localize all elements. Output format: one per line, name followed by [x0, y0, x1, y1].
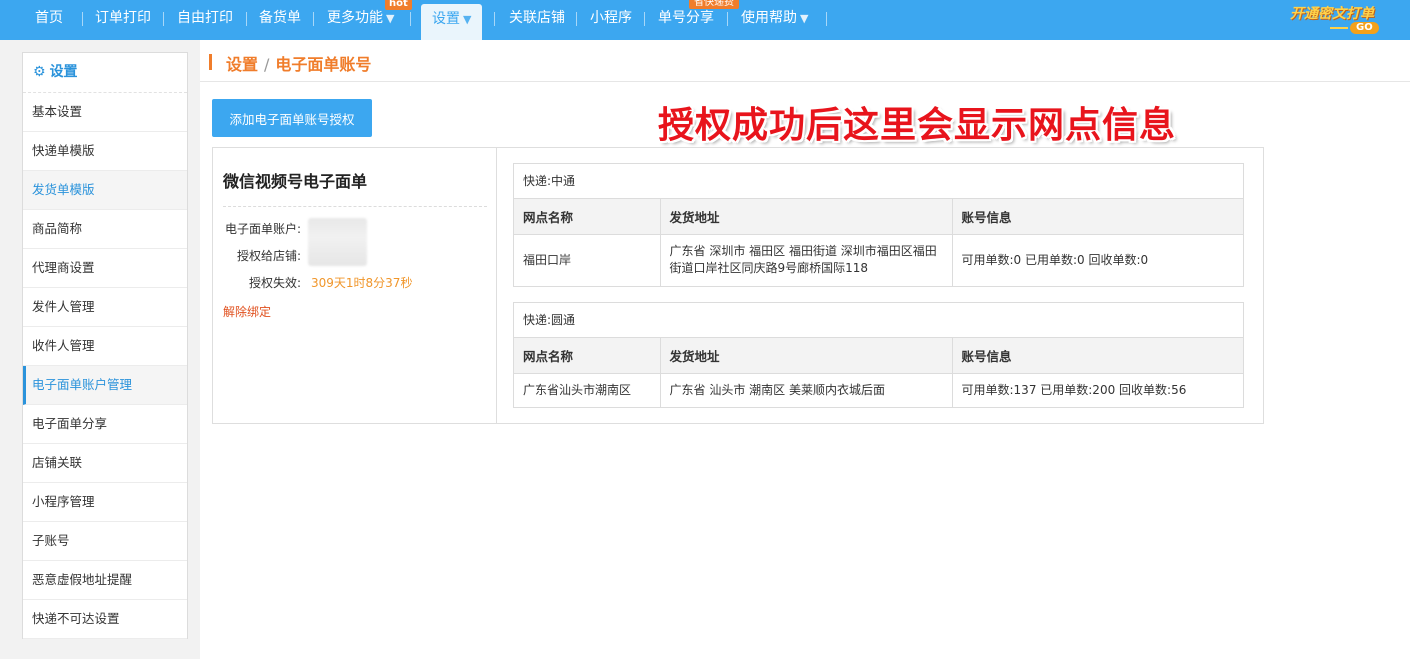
column-header-branch: 网点名称 — [514, 199, 661, 235]
account-info-cell: 可用单数:0 已用单数:0 回收单数:0 — [961, 252, 1149, 267]
gear-icon: ⚙ — [33, 64, 46, 80]
sidebar-item-product-alias[interactable]: 商品简称 — [23, 210, 187, 249]
main-content: 设置 / 电子面单账号 添加电子面单账号授权 授权成功后这里会显示网点信息 微信视频… — [200, 40, 1410, 659]
table-header-row: 网点名称 发货地址 账号信息 — [514, 199, 1243, 235]
promo-speed-line — [1330, 27, 1348, 29]
breadcrumb: 设置 / 电子面单账号 — [200, 40, 1410, 82]
nav-order-print[interactable]: 订单打印 — [95, 0, 151, 40]
branch-table: 网点名称 发货地址 账号信息 福田口岸 广东省 深圳市 福田区 福田街道 深圳市… — [514, 199, 1243, 286]
divider — [223, 206, 487, 207]
courier-box-zto: 快递:中通 网点名称 发货地址 账号信息 福田口岸 广东省 深圳市 福田区 福田… — [513, 163, 1244, 287]
nav-linked-shops[interactable]: 关联店铺 — [509, 0, 565, 40]
sidebar-item-ewaybill-accounts[interactable]: 电子面单账户管理 — [23, 366, 187, 405]
nav-settings-label: 设置 — [432, 11, 460, 27]
settings-sidebar: ⚙ 设置 基本设置 快递单模版 发货单模版 商品简称 代理商设置 发件人管理 收件… — [22, 52, 188, 639]
sidebar-item-shop-link[interactable]: 店铺关联 — [23, 444, 187, 483]
branch-name-cell: 福田口岸 — [514, 234, 661, 286]
breadcrumb-separator: / — [264, 55, 270, 74]
courier-header: 快递:圆通 — [514, 303, 1243, 338]
shop-label: 授权给店铺: — [236, 249, 301, 263]
sidebar-item-invoice-template[interactable]: 发货单模版 — [23, 171, 187, 210]
nav-separator — [826, 12, 827, 26]
save-fee-badge: 省快递费 — [689, 0, 739, 9]
nav-separator — [644, 12, 645, 26]
promo-go-button[interactable]: GO — [1350, 22, 1379, 34]
breadcrumb-accent — [209, 54, 212, 70]
breadcrumb-text: 设置 / 电子面单账号 — [226, 51, 371, 75]
hot-badge: hot — [385, 0, 412, 10]
promo-encrypted-print[interactable]: 开通密文打单 GO — [1290, 3, 1390, 37]
nav-home[interactable]: 首页 — [35, 0, 63, 40]
account-info-cell: 可用单数:137 已用单数:200 回收单数:56 — [961, 382, 1187, 397]
account-label: 电子面单账户: — [224, 222, 301, 236]
sidebar-item-fake-address-alert[interactable]: 恶意虚假地址提醒 — [23, 561, 187, 600]
chevron-down-icon: ▼ — [463, 13, 472, 26]
nav-separator — [82, 12, 83, 26]
sidebar-header: ⚙ 设置 — [23, 53, 187, 93]
sidebar-item-sub-accounts[interactable]: 子账号 — [23, 522, 187, 561]
nav-separator — [313, 12, 314, 26]
nav-free-print[interactable]: 自由打印 — [177, 0, 233, 40]
column-header-address: 发货地址 — [660, 338, 953, 374]
branch-table: 网点名称 发货地址 账号信息 广东省汕头市潮南区 广东省 汕头市 潮南区 美莱顺… — [514, 338, 1243, 407]
account-summary: 微信视频号电子面单 电子面单账户: 授权给店铺: 授权失效: 309天1时8分3… — [213, 148, 497, 423]
sidebar-item-basic-settings[interactable]: 基本设置 — [23, 93, 187, 132]
table-header-row: 网点名称 发货地址 账号信息 — [514, 338, 1243, 374]
account-title: 微信视频号电子面单 — [223, 172, 368, 191]
nav-separator — [163, 12, 164, 26]
sidebar-item-ewaybill-share[interactable]: 电子面单分享 — [23, 405, 187, 444]
nav-stock-list[interactable]: 备货单 — [259, 0, 301, 40]
column-header-address: 发货地址 — [660, 199, 953, 235]
address-cell: 广东省 汕头市 潮南区 美莱顺内衣城后面 — [660, 373, 953, 407]
expire-countdown: 309天1时8分37秒 — [311, 276, 413, 290]
annotation-banner: 授权成功后这里会显示网点信息 — [658, 105, 1177, 146]
nav-separator — [727, 12, 728, 26]
sidebar-item-mini-program[interactable]: 小程序管理 — [23, 483, 187, 522]
nav-separator — [410, 12, 411, 26]
sidebar-item-express-template[interactable]: 快递单模版 — [23, 132, 187, 171]
top-nav: 首页 订单打印 自由打印 备货单 更多功能 ▼ hot 设置 ▼ 关联店铺 小程序 … — [0, 0, 1410, 40]
chevron-down-icon: ▼ — [386, 12, 395, 25]
column-header-branch: 网点名称 — [514, 338, 661, 374]
blurred-account-info — [308, 218, 367, 266]
nav-help-label: 使用帮助 — [741, 10, 797, 26]
nav-mini-program[interactable]: 小程序 — [590, 0, 632, 40]
sidebar-item-agent-settings[interactable]: 代理商设置 — [23, 249, 187, 288]
add-ewaybill-auth-button[interactable]: 添加电子面单账号授权 — [212, 99, 372, 137]
column-header-account-info: 账号信息 — [952, 199, 1243, 235]
sidebar-item-receiver-management[interactable]: 收件人管理 — [23, 327, 187, 366]
courier-header: 快递:中通 — [514, 164, 1243, 199]
sidebar-item-unreachable-settings[interactable]: 快递不可达设置 — [23, 600, 187, 639]
nav-more-label: 更多功能 — [327, 10, 383, 26]
branch-name-cell: 广东省汕头市潮南区 — [514, 373, 661, 407]
breadcrumb-current: 电子面单账号 — [275, 55, 372, 74]
nav-help[interactable]: 使用帮助 ▼ — [741, 0, 808, 40]
promo-text: 开通密文打单 — [1290, 6, 1374, 22]
table-row: 福田口岸 广东省 深圳市 福田区 福田街道 深圳市福田区福田街道口岸社区同庆路9… — [514, 234, 1243, 286]
nav-separator — [246, 12, 247, 26]
sidebar-title: 设置 — [49, 64, 78, 80]
chevron-down-icon: ▼ — [800, 12, 809, 25]
expire-label: 授权失效: — [248, 276, 301, 290]
sidebar-item-sender-management[interactable]: 发件人管理 — [23, 288, 187, 327]
unbind-link[interactable]: 解除绑定 — [223, 303, 271, 320]
breadcrumb-parent[interactable]: 设置 — [226, 55, 258, 74]
address-cell: 广东省 深圳市 福田区 福田街道 深圳市福田区福田街道口岸社区同庆路9号廊桥国际… — [660, 234, 953, 286]
ewaybill-account-card: 微信视频号电子面单 电子面单账户: 授权给店铺: 授权失效: 309天1时8分3… — [212, 147, 1264, 424]
nav-settings[interactable]: 设置 ▼ — [421, 4, 483, 40]
column-header-account-info: 账号信息 — [952, 338, 1243, 374]
nav-separator — [576, 12, 577, 26]
courier-box-yto: 快递:圆通 网点名称 发货地址 账号信息 广东省汕头市潮南区 广东省 汕头市 潮… — [513, 302, 1244, 408]
table-row: 广东省汕头市潮南区 广东省 汕头市 潮南区 美莱顺内衣城后面 可用单数:137 … — [514, 373, 1243, 407]
nav-separator — [494, 12, 495, 26]
